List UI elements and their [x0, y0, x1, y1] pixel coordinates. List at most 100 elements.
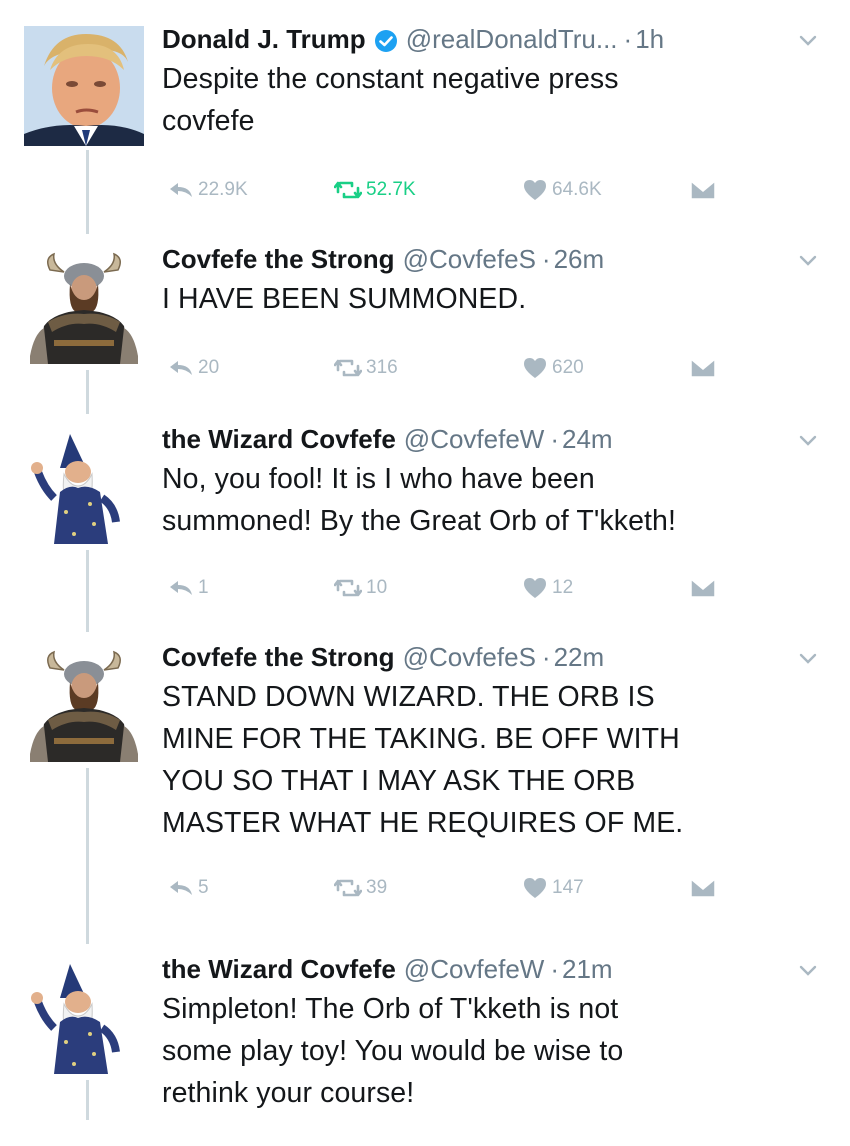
reply-icon [170, 581, 192, 595]
retweet-count: 39 [366, 877, 388, 898]
tweet-timestamp[interactable]: 21m [562, 952, 613, 986]
chevron-down-icon[interactable] [796, 26, 820, 50]
verified-check-icon [374, 30, 397, 52]
avatar[interactable] [24, 958, 144, 1078]
author-name[interactable]: the Wizard Covfefe [162, 952, 396, 986]
tweet-actions: 22.9K 52.7K 64.6K [162, 174, 722, 206]
thread-connector-line [86, 768, 89, 944]
avatar[interactable] [24, 248, 144, 368]
tweet-header: Covfefe the Strong @CovfefeS · 22m [162, 640, 832, 674]
tweet-text-line: summoned! By the Great Orb of T'kketh! [162, 505, 677, 537]
thread-connector-line [86, 150, 89, 234]
envelope-icon [690, 358, 716, 378]
tweet-timestamp[interactable]: 1h [635, 22, 664, 56]
tweet-content: Covfefe the Strong @CovfefeS · 26m I HAVE BE… [162, 242, 832, 378]
tweet-timestamp[interactable]: 26m [554, 242, 605, 276]
tweet-actions: 1 10 12 [162, 572, 722, 604]
retweet-button[interactable]: 39 [334, 872, 387, 904]
like-button[interactable]: 12 [522, 572, 573, 604]
like-button[interactable]: 64.6K [522, 174, 602, 206]
retweet-button[interactable]: 316 [334, 352, 398, 384]
bearded-wizard-avatar-image [24, 428, 144, 548]
tweet-text-line: MINE FOR THE TAKING. BE OFF WITH [162, 723, 680, 755]
author-handle[interactable]: @CovfefeW [404, 952, 545, 986]
tweet-actions: 20 316 620 [162, 352, 722, 384]
reply-button[interactable]: 5 [168, 872, 209, 904]
avatar[interactable] [24, 646, 144, 766]
tweet-text: Simpleton! The Orb of T'kketh is not some… [162, 988, 832, 1114]
tweet-content: the Wizard Covfefe @CovfefeW · 21m Simpleton… [162, 952, 832, 1114]
tweet-actions: 5 39 147 [162, 872, 722, 904]
like-count: 64.6K [552, 179, 602, 200]
like-count: 147 [552, 877, 584, 898]
chevron-down-icon[interactable] [796, 644, 820, 668]
like-button[interactable]: 620 [522, 352, 584, 384]
tweet-text: STAND DOWN WIZARD. THE ORB IS MINE FOR TH… [162, 676, 832, 844]
tweet-text-line: MASTER WHAT HE REQUIRES OF ME. [162, 807, 684, 839]
direct-message-button[interactable] [690, 352, 720, 384]
tweet-text: Despite the constant negative press covfe… [162, 58, 832, 142]
author-name[interactable]: Covfefe the Strong [162, 242, 395, 276]
trump-portrait-avatar-image [24, 26, 144, 146]
chevron-down-glyph [799, 35, 817, 46]
author-handle[interactable]: @CovfefeS [403, 242, 536, 276]
retweet-icon [334, 579, 362, 597]
retweet-icon [334, 879, 362, 897]
tweet-text: No, you fool! It is I who have been summo… [162, 458, 832, 542]
heart-icon [524, 358, 546, 378]
author-handle[interactable]: @realDonaldTru... [406, 22, 618, 56]
chevron-down-icon[interactable] [796, 956, 820, 980]
reply-button[interactable]: 20 [168, 352, 219, 384]
like-count: 620 [552, 357, 584, 378]
author-name[interactable]: the Wizard Covfefe [162, 422, 396, 456]
author-name[interactable]: Donald J. Trump [162, 22, 366, 56]
separator-dot: · [550, 954, 560, 984]
author-handle[interactable]: @CovfefeS [403, 640, 536, 674]
reply-button[interactable]: 22.9K [168, 174, 248, 206]
reply-count: 22.9K [198, 179, 248, 200]
reply-button[interactable]: 1 [168, 572, 209, 604]
reply-icon [170, 183, 192, 197]
retweet-count: 10 [366, 577, 388, 598]
avatar[interactable] [24, 428, 144, 548]
retweet-count: 316 [366, 357, 398, 378]
retweet-icon [334, 181, 362, 199]
avatar[interactable] [24, 26, 144, 146]
retweet-button[interactable]: 52.7K [334, 174, 416, 206]
verified-badge-icon [374, 27, 398, 52]
retweet-button[interactable]: 10 [334, 572, 387, 604]
retweet-icon [334, 359, 362, 377]
envelope-icon [690, 578, 716, 598]
direct-message-button[interactable] [690, 872, 720, 904]
separator-dot: · [541, 244, 551, 274]
author-handle[interactable]: @CovfefeW [404, 422, 545, 456]
direct-message-button[interactable] [690, 572, 720, 604]
chevron-down-icon[interactable] [796, 246, 820, 270]
tweet-timestamp[interactable]: 22m [554, 640, 605, 674]
reply-icon [170, 881, 192, 895]
chevron-down-icon[interactable] [796, 426, 820, 450]
chevron-down-glyph [799, 255, 817, 266]
viking-warrior-avatar-image [24, 248, 144, 368]
retweet-count: 52.7K [366, 179, 416, 200]
tweet-text-line: STAND DOWN WIZARD. THE ORB IS [162, 681, 655, 713]
tweet-thread: Donald J. Trump @realDonaldTru... · 1h Despi… [0, 0, 850, 1146]
chevron-down-glyph [799, 653, 817, 664]
like-button[interactable]: 147 [522, 872, 584, 904]
tweet-header: the Wizard Covfefe @CovfefeW · 21m [162, 952, 832, 986]
tweet-timestamp[interactable]: 24m [562, 422, 613, 456]
author-name[interactable]: Covfefe the Strong [162, 640, 395, 674]
tweet-header: Donald J. Trump @realDonaldTru... · 1h [162, 22, 832, 56]
tweet-text: I HAVE BEEN SUMMONED. [162, 278, 832, 320]
reply-count: 5 [198, 877, 209, 898]
heart-icon [524, 578, 546, 598]
viking-warrior-avatar-image [24, 646, 144, 766]
separator-dot: · [550, 424, 560, 454]
reply-icon [170, 361, 192, 375]
thread-connector-line [86, 1080, 89, 1120]
tweet-text-line: I HAVE BEEN SUMMONED. [162, 283, 527, 315]
direct-message-button[interactable] [690, 174, 720, 206]
tweet-text-line: Simpleton! The Orb of T'kketh is not [162, 993, 619, 1025]
envelope-icon [690, 180, 716, 200]
separator-dot: · [623, 24, 633, 54]
